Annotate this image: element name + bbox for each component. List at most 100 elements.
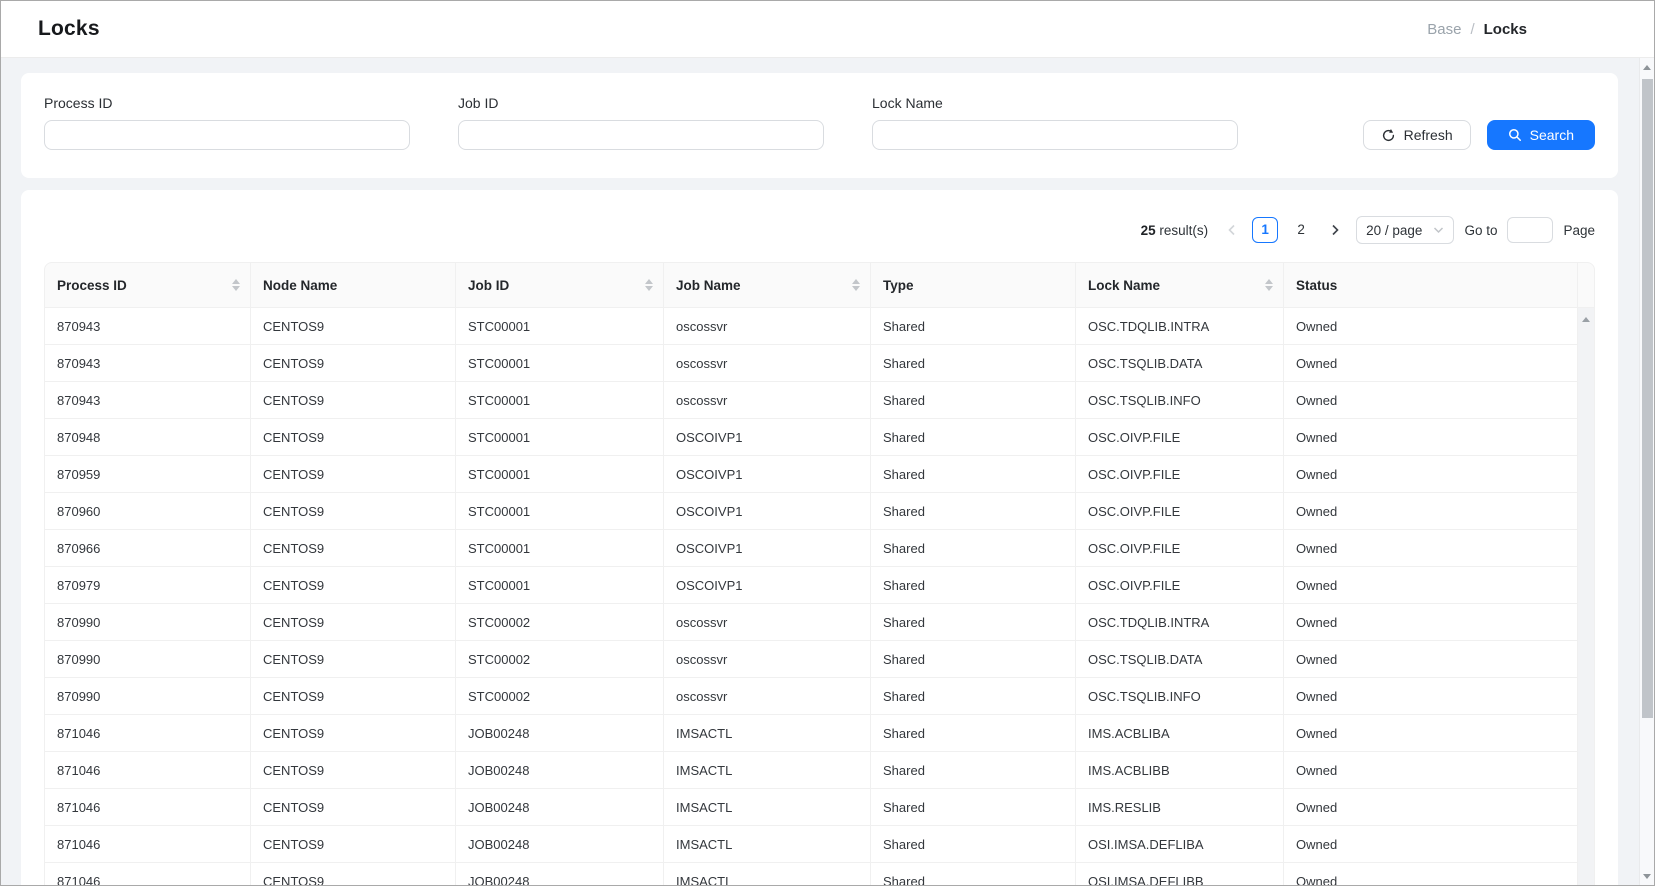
table-cell: 870990 xyxy=(44,678,251,715)
refresh-button[interactable]: Refresh xyxy=(1363,120,1471,150)
page-size-select[interactable]: 20 / page xyxy=(1356,216,1454,244)
results-count: 25 xyxy=(1141,223,1156,238)
table-cell: oscossvr xyxy=(664,382,871,419)
table-cell: CENTOS9 xyxy=(251,789,456,826)
table-cell: Owned xyxy=(1284,826,1578,863)
table-cell: CENTOS9 xyxy=(251,345,456,382)
table-cell: CENTOS9 xyxy=(251,863,456,886)
pagination-prev-button[interactable] xyxy=(1220,217,1242,243)
table-row: 871046CENTOS9JOB00248IMSACTLSharedIMS.AC… xyxy=(44,752,1578,789)
pagination-page-1[interactable]: 1 xyxy=(1252,217,1278,243)
table-cell: JOB00248 xyxy=(456,863,664,886)
table-cell: CENTOS9 xyxy=(251,826,456,863)
table-cell: Shared xyxy=(871,678,1076,715)
table-cell: Owned xyxy=(1284,456,1578,493)
column-header-job-id[interactable]: Job ID xyxy=(456,262,664,308)
goto-page-input[interactable] xyxy=(1507,217,1553,243)
table-cell: CENTOS9 xyxy=(251,604,456,641)
table-cell: JOB00248 xyxy=(456,715,664,752)
table-cell: Owned xyxy=(1284,493,1578,530)
table-row: 871046CENTOS9JOB00248IMSACTLSharedOSI.IM… xyxy=(44,863,1578,886)
job-id-input[interactable] xyxy=(458,120,824,150)
table-cell: OSC.OIVP.FILE xyxy=(1076,419,1284,456)
table-row: 870979CENTOS9STC00001OSCOIVP1SharedOSC.O… xyxy=(44,567,1578,604)
results-label: result(s) xyxy=(1159,223,1208,238)
table-cell: 871046 xyxy=(44,826,251,863)
table-cell: 870966 xyxy=(44,530,251,567)
column-header-label: Job Name xyxy=(676,278,741,293)
page-scrollbar-thumb[interactable] xyxy=(1642,79,1653,718)
table-cell: 870943 xyxy=(44,345,251,382)
goto-label: Go to xyxy=(1464,223,1497,238)
table-cell: Owned xyxy=(1284,604,1578,641)
table-cell: OSC.OIVP.FILE xyxy=(1076,530,1284,567)
column-header-label: Lock Name xyxy=(1088,278,1160,293)
breadcrumb-separator: / xyxy=(1470,21,1474,38)
results-summary: 25 result(s) xyxy=(1141,223,1209,238)
refresh-button-label: Refresh xyxy=(1404,127,1453,143)
table-cell: Shared xyxy=(871,419,1076,456)
search-button-label: Search xyxy=(1530,127,1574,143)
table-cell: CENTOS9 xyxy=(251,530,456,567)
table-cell: 871046 xyxy=(44,789,251,826)
table-cell: STC00001 xyxy=(456,567,664,604)
table-cell: OSC.TSQLIB.INFO xyxy=(1076,382,1284,419)
table-cell: OSC.TDQLIB.INTRA xyxy=(1076,604,1284,641)
table-row: 870943CENTOS9STC00001oscossvrSharedOSC.T… xyxy=(44,308,1578,345)
table-cell: Owned xyxy=(1284,715,1578,752)
table-cell: oscossvr xyxy=(664,678,871,715)
table-cell: JOB00248 xyxy=(456,752,664,789)
table-row: 870960CENTOS9STC00001OSCOIVP1SharedOSC.O… xyxy=(44,493,1578,530)
table-scrollbar[interactable] xyxy=(1578,308,1595,886)
table-cell: OSCOIVP1 xyxy=(664,456,871,493)
table-cell: CENTOS9 xyxy=(251,752,456,789)
column-header-status: Status xyxy=(1284,262,1578,308)
app-viewport: Locks Base / Locks Process ID Job ID Loc… xyxy=(0,0,1655,886)
column-header-process-id[interactable]: Process ID xyxy=(44,262,251,308)
lock-name-input[interactable] xyxy=(872,120,1238,150)
search-button[interactable]: Search xyxy=(1487,120,1595,150)
table-cell: Shared xyxy=(871,567,1076,604)
table-cell: Shared xyxy=(871,345,1076,382)
column-header-lock-name[interactable]: Lock Name xyxy=(1076,262,1284,308)
table-cell: STC00002 xyxy=(456,604,664,641)
table-row: 871046CENTOS9JOB00248IMSACTLSharedIMS.RE… xyxy=(44,789,1578,826)
table-cell: Shared xyxy=(871,641,1076,678)
column-header-label: Node Name xyxy=(263,278,337,293)
breadcrumb-base-link[interactable]: Base xyxy=(1427,21,1461,38)
page-scrollbar[interactable] xyxy=(1639,58,1654,885)
sort-carets-icon xyxy=(1265,279,1273,291)
table-cell: Shared xyxy=(871,715,1076,752)
breadcrumb-current: Locks xyxy=(1484,21,1527,38)
table-cell: 870990 xyxy=(44,641,251,678)
table-cell: Shared xyxy=(871,789,1076,826)
pagination-next-button[interactable] xyxy=(1324,217,1346,243)
pagination-page-2[interactable]: 2 xyxy=(1288,217,1314,243)
table-cell: OSI.IMSA.DEFLIBA xyxy=(1076,826,1284,863)
table-cell: 870948 xyxy=(44,419,251,456)
table-cell: Shared xyxy=(871,530,1076,567)
table-cell: oscossvr xyxy=(664,308,871,345)
process-id-input[interactable] xyxy=(44,120,410,150)
column-header-job-name[interactable]: Job Name xyxy=(664,262,871,308)
filter-buttons: Refresh Search xyxy=(1363,120,1595,150)
sort-carets-icon xyxy=(232,279,240,291)
table-row: 870990CENTOS9STC00002oscossvrSharedOSC.T… xyxy=(44,678,1578,715)
table-cell: Shared xyxy=(871,493,1076,530)
table-cell: Shared xyxy=(871,826,1076,863)
process-id-label: Process ID xyxy=(44,95,410,111)
lock-name-label: Lock Name xyxy=(872,95,1238,111)
table-cell: IMSACTL xyxy=(664,789,871,826)
table-cell: Owned xyxy=(1284,382,1578,419)
table-cell: STC00001 xyxy=(456,345,664,382)
search-icon xyxy=(1508,128,1522,142)
table-cell: IMS.ACBLIBB xyxy=(1076,752,1284,789)
sort-carets-icon xyxy=(852,279,860,291)
table-cell: STC00001 xyxy=(456,419,664,456)
table-cell: OSC.OIVP.FILE xyxy=(1076,567,1284,604)
table-cell: CENTOS9 xyxy=(251,567,456,604)
table-cell: Owned xyxy=(1284,752,1578,789)
table-cell: IMSACTL xyxy=(664,715,871,752)
table-cell: Owned xyxy=(1284,863,1578,886)
chevron-left-icon xyxy=(1227,224,1236,236)
